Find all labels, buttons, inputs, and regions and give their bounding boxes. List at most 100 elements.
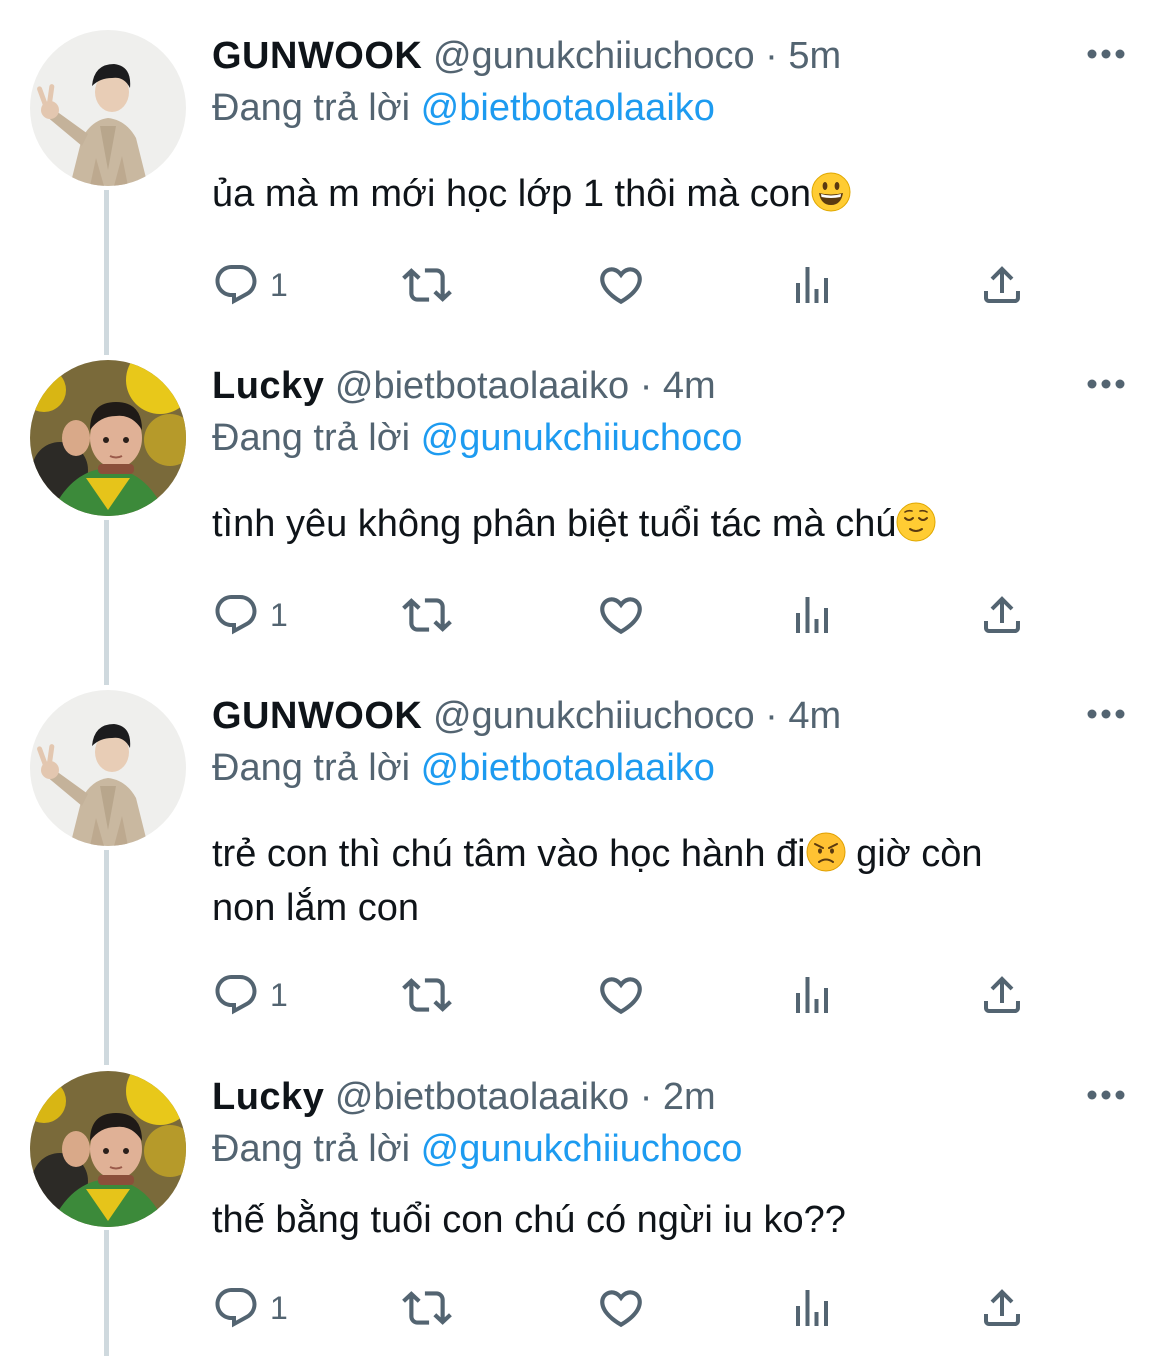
display-name[interactable]: GUNWOOK — [212, 695, 422, 737]
tweet-text: tình yêu không phân biệt tuổi tác mà chú — [212, 497, 1132, 551]
like-button[interactable] — [596, 590, 646, 640]
analytics-button[interactable] — [788, 970, 836, 1020]
tweet-text-line: ủa mà m mới học lớp 1 thôi mà con — [212, 173, 811, 215]
mention-link[interactable]: @gunukchiiuchoco — [421, 1128, 743, 1170]
more-icon[interactable] — [1082, 702, 1130, 726]
analytics-icon — [788, 1284, 836, 1332]
more-icon[interactable] — [1082, 372, 1130, 396]
tweet-header: Lucky @bietbotaolaaiko · 4m — [212, 360, 716, 412]
retweet-button[interactable] — [402, 1283, 452, 1333]
retweet-button[interactable] — [402, 970, 452, 1020]
tweet-actions: 1 — [212, 1283, 1052, 1333]
tweet[interactable]: Lucky @bietbotaolaaiko · 2m Đang trả lời… — [0, 1071, 1170, 1351]
mention-link[interactable]: @bietbotaolaaiko — [421, 747, 715, 789]
replying-to: Đang trả lời @bietbotaolaaiko — [212, 82, 715, 134]
tweet-text-line: giờ còn — [845, 833, 983, 875]
more-icon[interactable] — [1082, 1083, 1130, 1107]
like-icon — [596, 260, 646, 310]
analytics-button[interactable] — [788, 590, 836, 640]
mention-link[interactable]: @bietbotaolaaiko — [421, 87, 715, 129]
user-handle[interactable]: @gunukchiiuchoco — [433, 35, 755, 77]
reply-count: 1 — [270, 596, 288, 633]
avatar[interactable] — [30, 360, 186, 516]
mention-link[interactable]: @gunukchiiuchoco — [421, 417, 743, 459]
tweet-text: trẻ con thì chú tâm vào học hành đi giờ … — [212, 827, 1132, 935]
share-icon — [978, 591, 1026, 639]
share-button[interactable] — [978, 1283, 1026, 1333]
avatar[interactable] — [30, 30, 186, 186]
tweet-text-line: tình yêu không phân biệt tuổi tác mà chú — [212, 503, 897, 545]
like-icon — [596, 590, 646, 640]
share-icon — [978, 1284, 1026, 1332]
retweet-icon — [402, 970, 452, 1020]
share-icon — [978, 261, 1026, 309]
display-name[interactable]: Lucky — [212, 365, 324, 407]
replying-prefix: Đang trả lời — [212, 417, 411, 459]
retweet-icon — [402, 1283, 452, 1333]
share-button[interactable] — [978, 970, 1026, 1020]
retweet-icon — [402, 260, 452, 310]
reply-button[interactable]: 1 — [212, 590, 288, 640]
display-name[interactable]: Lucky — [212, 1076, 324, 1118]
replying-to: Đang trả lời @gunukchiiuchoco — [212, 412, 742, 464]
separator-dot: · — [765, 35, 778, 77]
grinning-face-emoji-icon — [811, 172, 851, 212]
tweet-header: GUNWOOK @gunukchiiuchoco · 5m — [212, 30, 841, 82]
timestamp[interactable]: 4m — [788, 695, 841, 737]
user-handle[interactable]: @bietbotaolaaiko — [335, 365, 629, 407]
timestamp[interactable]: 5m — [788, 35, 841, 77]
replying-prefix: Đang trả lời — [212, 87, 411, 129]
more-icon[interactable] — [1082, 42, 1130, 66]
analytics-icon — [788, 971, 836, 1019]
like-button[interactable] — [596, 1283, 646, 1333]
retweet-button[interactable] — [402, 590, 452, 640]
tweet[interactable]: Lucky @bietbotaolaaiko · 4m Đang trả lời… — [0, 360, 1170, 660]
separator-dot: · — [639, 1076, 653, 1118]
separator-dot: · — [765, 695, 778, 737]
avatar[interactable] — [30, 1071, 186, 1227]
tweet[interactable]: GUNWOOK @gunukchiiuchoco · 5m Đang trả l… — [0, 30, 1170, 330]
replying-to: Đang trả lời @bietbotaolaaiko — [212, 742, 715, 794]
share-button[interactable] — [978, 590, 1026, 640]
like-button[interactable] — [596, 260, 646, 310]
reply-count: 1 — [270, 266, 288, 303]
tweet-header: GUNWOOK @gunukchiiuchoco · 4m — [212, 690, 841, 742]
tweet-actions: 1 — [212, 970, 1052, 1020]
user-handle[interactable]: @bietbotaolaaiko — [335, 1076, 629, 1118]
replying-to: Đang trả lời @gunukchiiuchoco — [212, 1123, 742, 1175]
analytics-icon — [788, 591, 836, 639]
analytics-button[interactable] — [788, 1283, 836, 1333]
tweet-text-line: non lắm con — [212, 887, 420, 929]
share-button[interactable] — [978, 260, 1026, 310]
replying-prefix: Đang trả lời — [212, 747, 411, 789]
tweet-actions: 1 — [212, 260, 1052, 310]
like-icon — [596, 1283, 646, 1333]
like-icon — [596, 970, 646, 1020]
display-name[interactable]: GUNWOOK — [212, 35, 422, 77]
user-handle[interactable]: @gunukchiiuchoco — [433, 695, 755, 737]
separator-dot: · — [639, 365, 653, 407]
avatar[interactable] — [30, 690, 186, 846]
reply-button[interactable]: 1 — [212, 1283, 288, 1333]
timestamp[interactable]: 2m — [663, 1076, 716, 1118]
tweet-text: ủa mà m mới học lớp 1 thôi mà con — [212, 167, 1132, 221]
tweet[interactable]: GUNWOOK @gunukchiiuchoco · 4m Đang trả l… — [0, 690, 1170, 1030]
retweet-button[interactable] — [402, 260, 452, 310]
reply-button[interactable]: 1 — [212, 260, 288, 310]
reply-icon — [212, 261, 260, 309]
tweet-text-line: thế bằng tuổi con chú có ngừi iu ko?? — [212, 1199, 846, 1241]
share-icon — [978, 971, 1026, 1019]
retweet-icon — [402, 590, 452, 640]
reply-icon — [212, 1284, 260, 1332]
angry-face-emoji-icon — [806, 832, 846, 872]
analytics-button[interactable] — [788, 260, 836, 310]
tweet-thread: GUNWOOK @gunukchiiuchoco · 5m Đang trả l… — [0, 0, 1170, 1356]
replying-prefix: Đang trả lời — [212, 1128, 411, 1170]
reply-button[interactable]: 1 — [212, 970, 288, 1020]
relieved-face-emoji-icon — [896, 502, 936, 542]
timestamp[interactable]: 4m — [663, 365, 716, 407]
analytics-icon — [788, 261, 836, 309]
reply-icon — [212, 971, 260, 1019]
reply-count: 1 — [270, 976, 288, 1013]
like-button[interactable] — [596, 970, 646, 1020]
